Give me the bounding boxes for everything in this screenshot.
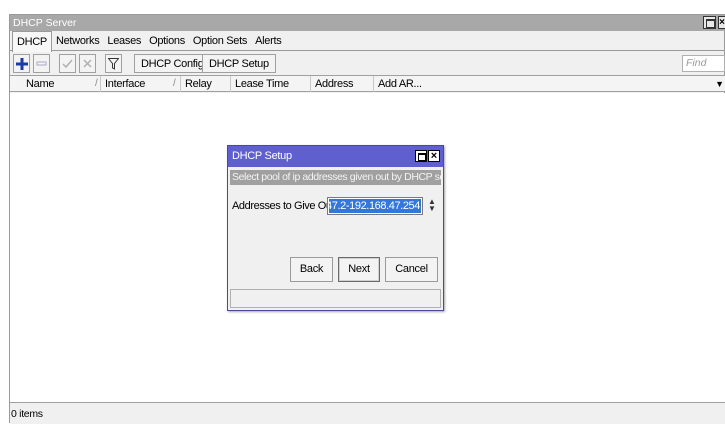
cross-icon bbox=[83, 59, 92, 68]
check-icon bbox=[62, 59, 73, 69]
sort-separator-icon: / bbox=[95, 78, 98, 89]
column-relay[interactable]: Relay bbox=[180, 76, 230, 92]
plus-icon bbox=[15, 57, 28, 70]
minus-icon bbox=[36, 61, 47, 66]
items-count: 0 items bbox=[11, 408, 43, 420]
dhcp-setup-dialog: DHCP Setup × Select pool of ip addresses… bbox=[227, 145, 444, 311]
close-icon[interactable]: × bbox=[428, 150, 440, 162]
remove-button[interactable] bbox=[33, 54, 50, 73]
add-button[interactable] bbox=[13, 54, 30, 73]
addresses-input[interactable]: 68.47.2-192.168.47.254 bbox=[327, 197, 423, 215]
addresses-label: Addresses to Give Out: bbox=[232, 200, 337, 212]
spinner-icon[interactable]: ▲ ▼ bbox=[427, 198, 437, 214]
disable-button[interactable] bbox=[79, 54, 96, 73]
status-bar: 0 items bbox=[10, 402, 725, 424]
column-name[interactable]: Name bbox=[13, 76, 93, 92]
tab-dhcp[interactable]: DHCP bbox=[12, 31, 52, 52]
find-input[interactable]: Find bbox=[682, 55, 725, 72]
sort-separator-icon: / bbox=[173, 78, 176, 89]
chevron-down-icon[interactable]: ▼ bbox=[715, 76, 724, 92]
column-lease-time[interactable]: Lease Time bbox=[230, 76, 310, 92]
dialog-subtitle: Select pool of ip addresses given out by… bbox=[230, 170, 441, 185]
column-interface[interactable]: Interface bbox=[100, 76, 170, 92]
column-address-pool[interactable]: Address Pool bbox=[310, 76, 373, 106]
column-headers: Name / Interface / Relay Lease Time Addr… bbox=[10, 75, 725, 106]
dialog-titlebar[interactable]: DHCP Setup bbox=[228, 146, 443, 167]
dialog-status-bar bbox=[230, 289, 441, 308]
enable-button[interactable] bbox=[59, 54, 76, 73]
window-controls: × bbox=[701, 16, 725, 30]
next-button[interactable]: Next bbox=[338, 257, 380, 282]
tab-bar: DHCP Networks Leases Options Option Sets… bbox=[10, 31, 725, 52]
addresses-input-value: 68.47.2-192.168.47.254 bbox=[329, 199, 421, 213]
dialog-title: DHCP Setup bbox=[232, 150, 292, 162]
tab-option-sets[interactable]: Option Sets bbox=[189, 31, 251, 51]
tab-leases[interactable]: Leases bbox=[103, 31, 145, 51]
dialog-controls: × bbox=[415, 150, 440, 162]
toolbar: DHCP Config DHCP Setup Find bbox=[10, 52, 725, 74]
filter-button[interactable] bbox=[105, 54, 122, 73]
window-title: DHCP Server bbox=[13, 17, 77, 29]
back-button[interactable]: Back bbox=[290, 257, 333, 282]
filter-icon bbox=[108, 57, 119, 70]
window-titlebar[interactable]: DHCP Server × bbox=[10, 15, 725, 31]
top-strip bbox=[0, 0, 725, 14]
tab-alerts[interactable]: Alerts bbox=[251, 31, 285, 51]
close-icon[interactable]: × bbox=[718, 16, 725, 29]
cancel-button[interactable]: Cancel bbox=[385, 257, 438, 282]
maximize-icon[interactable] bbox=[415, 150, 427, 162]
dhcp-setup-button[interactable]: DHCP Setup bbox=[202, 54, 276, 73]
tab-networks[interactable]: Networks bbox=[52, 31, 103, 51]
tab-options[interactable]: Options bbox=[145, 31, 189, 51]
column-add-arp[interactable]: Add AR... bbox=[373, 76, 433, 92]
maximize-icon[interactable] bbox=[703, 16, 716, 29]
dhcp-config-button[interactable]: DHCP Config bbox=[134, 54, 211, 73]
